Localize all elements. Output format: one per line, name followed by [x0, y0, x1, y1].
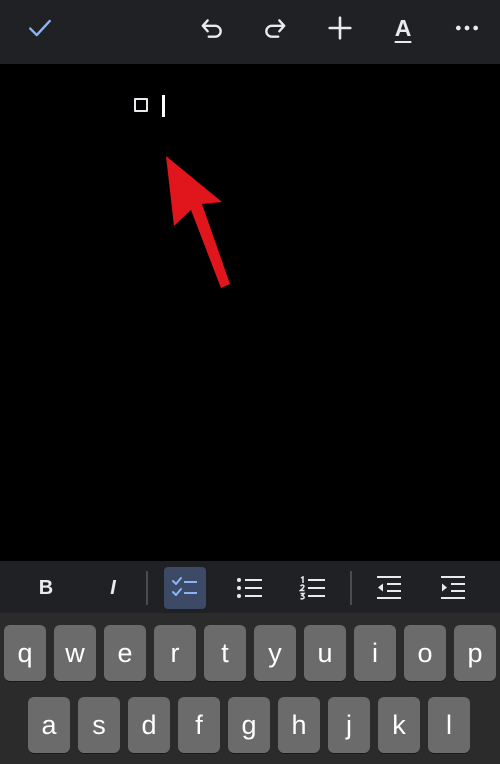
key-p[interactable]: p — [454, 625, 496, 681]
format-separator — [350, 571, 352, 605]
text-format-button[interactable]: A — [381, 6, 425, 50]
more-horizontal-icon — [455, 25, 479, 31]
key-l[interactable]: l — [428, 697, 470, 753]
key-t[interactable]: t — [204, 625, 246, 681]
bulleted-list-button[interactable] — [229, 567, 271, 609]
redo-icon — [265, 19, 286, 38]
checklist-icon — [172, 577, 197, 596]
key-q[interactable]: q — [4, 625, 46, 681]
done-button[interactable] — [18, 6, 62, 50]
increase-indent-icon — [441, 576, 465, 599]
italic-button[interactable]: I — [92, 567, 134, 609]
plus-icon — [328, 16, 352, 40]
bulleted-list-icon — [237, 578, 262, 598]
on-screen-keyboard: qwertyuiop asdfghjkl — [0, 613, 500, 764]
decrease-indent-button[interactable] — [368, 567, 410, 609]
format-separator — [146, 571, 148, 605]
more-options-button[interactable] — [445, 6, 489, 50]
key-s[interactable]: s — [78, 697, 120, 753]
key-d[interactable]: d — [128, 697, 170, 753]
key-a[interactable]: a — [28, 697, 70, 753]
document-editor[interactable] — [0, 64, 500, 561]
increase-indent-button[interactable] — [432, 567, 474, 609]
decrease-indent-icon — [377, 576, 401, 599]
key-i[interactable]: i — [354, 625, 396, 681]
top-toolbar: A — [0, 0, 500, 64]
bold-button[interactable]: B — [25, 567, 67, 609]
format-toolbar: B I — [0, 561, 500, 613]
key-u[interactable]: u — [304, 625, 346, 681]
numbered-list-button[interactable] — [292, 567, 334, 609]
key-y[interactable]: y — [254, 625, 296, 681]
key-k[interactable]: k — [378, 697, 420, 753]
bold-label: B — [38, 576, 54, 599]
text-format-icon: A — [394, 15, 412, 41]
redo-button[interactable] — [253, 6, 297, 50]
undo-button[interactable] — [190, 6, 234, 50]
checklist-button[interactable] — [164, 567, 206, 609]
checklist-checkbox[interactable] — [134, 98, 148, 112]
key-o[interactable]: o — [404, 625, 446, 681]
insert-button[interactable] — [318, 6, 362, 50]
numbered-list-icon — [299, 576, 325, 600]
key-w[interactable]: w — [54, 625, 96, 681]
key-e[interactable]: e — [104, 625, 146, 681]
text-cursor — [162, 95, 165, 117]
check-icon — [29, 19, 51, 37]
key-j[interactable]: j — [328, 697, 370, 753]
key-g[interactable]: g — [228, 697, 270, 753]
key-h[interactable]: h — [278, 697, 320, 753]
annotation-arrow — [166, 156, 230, 288]
key-r[interactable]: r — [154, 625, 196, 681]
undo-icon — [201, 19, 222, 38]
key-f[interactable]: f — [178, 697, 220, 753]
italic-label: I — [110, 576, 116, 599]
